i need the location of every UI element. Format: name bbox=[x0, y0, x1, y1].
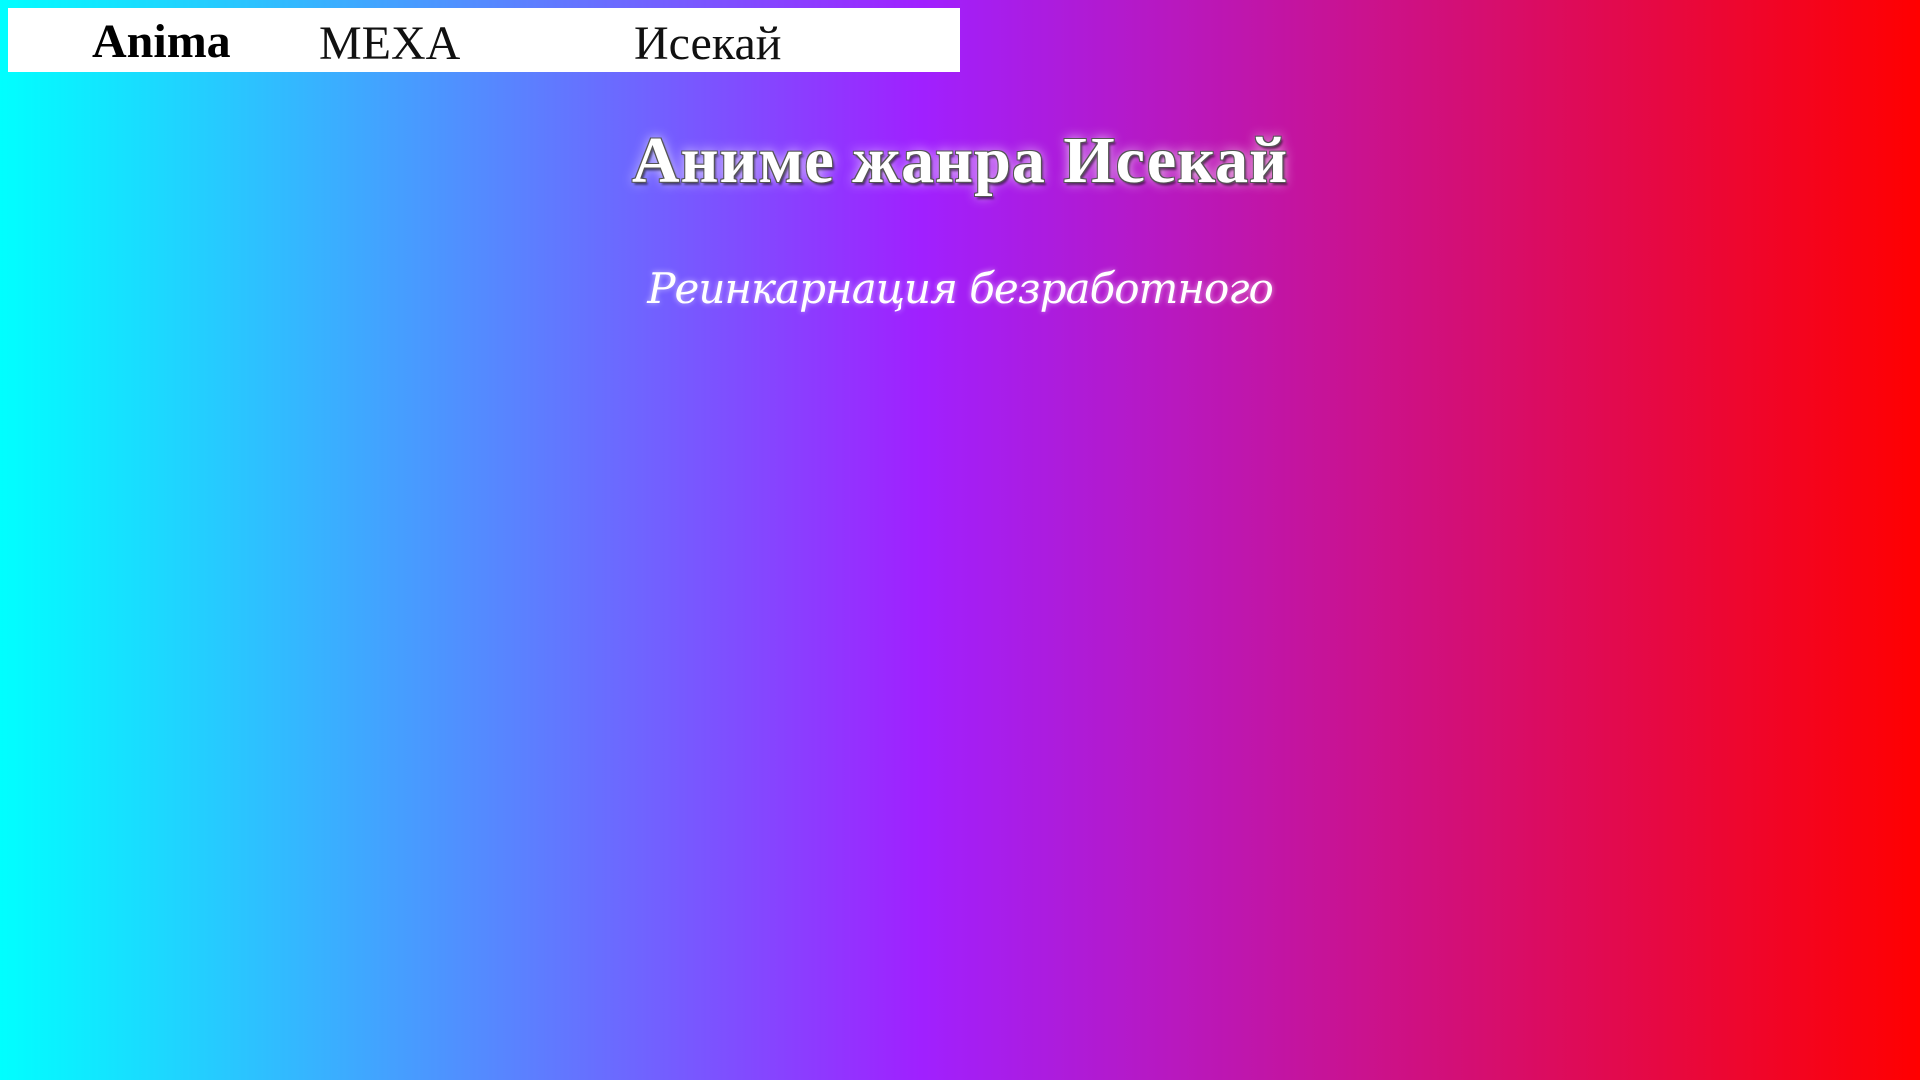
top-navigation-bar: Anima МЕХА Исекай bbox=[8, 8, 960, 72]
nav-link-isekai[interactable]: Исекай bbox=[634, 20, 781, 68]
nav-link-mecha[interactable]: МЕХА bbox=[319, 20, 460, 68]
page-title: Аниме жанра Исекай bbox=[631, 124, 1289, 197]
brand-logo[interactable]: Anima bbox=[92, 18, 231, 66]
anime-item-link[interactable]: Реинкарнация безработного bbox=[0, 268, 1920, 310]
